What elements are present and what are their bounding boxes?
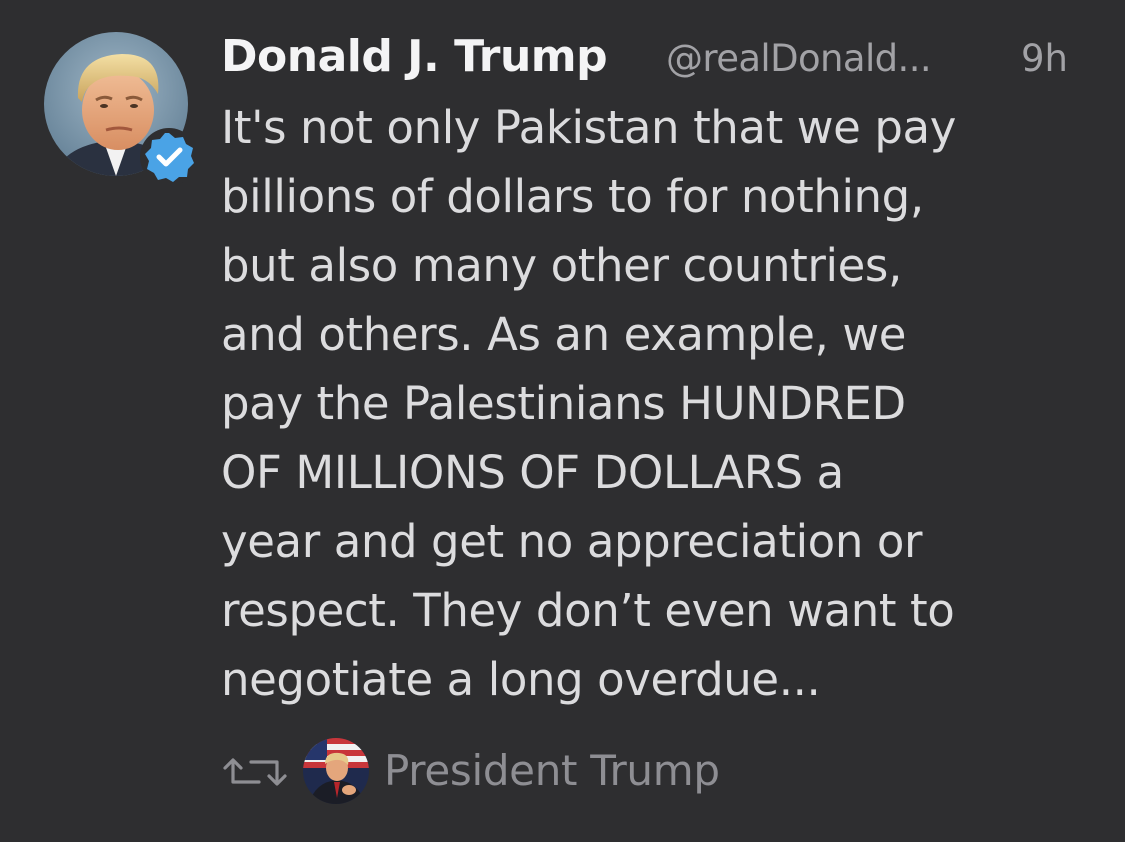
avatar-container[interactable] — [44, 32, 198, 186]
tweet-header: Donald J. Trump @realDonald... 9h — [221, 28, 1101, 90]
retweet-context[interactable]: President Trump — [221, 736, 1101, 808]
user-handle[interactable]: @realDonald... — [666, 32, 932, 86]
tweet-text-line: It's not only Pakistan that we pay — [221, 101, 956, 154]
tweet-text-line: but also many other countries, — [221, 239, 902, 292]
tweet-text-line: year and get no appreciation or — [221, 515, 923, 568]
tweet-text: It's not only Pakistan that we pay billi… — [221, 93, 1101, 714]
tweet-text-line: and others. As an example, we — [221, 308, 907, 361]
tweet-text-line: negotiate a long overdue... — [221, 653, 821, 706]
tweet-text-line: pay the Palestinians HUNDRED — [221, 377, 906, 430]
retweet-icon — [223, 758, 287, 786]
tweet-text-line: respect. They don’t even want to — [221, 584, 955, 637]
display-name[interactable]: Donald J. Trump — [221, 28, 608, 86]
retweeter-name[interactable]: President Trump — [384, 742, 720, 800]
verified-badge-icon — [140, 128, 198, 186]
tweet-text-line: billions of dollars to for nothing, — [221, 170, 924, 223]
retweeter-avatar[interactable] — [303, 738, 369, 804]
timestamp[interactable]: 9h — [1021, 32, 1068, 86]
tweet[interactable]: Donald J. Trump @realDonald... 9h It's n… — [0, 0, 1125, 842]
tweet-text-line: OF MILLIONS OF DOLLARS a — [221, 446, 844, 499]
